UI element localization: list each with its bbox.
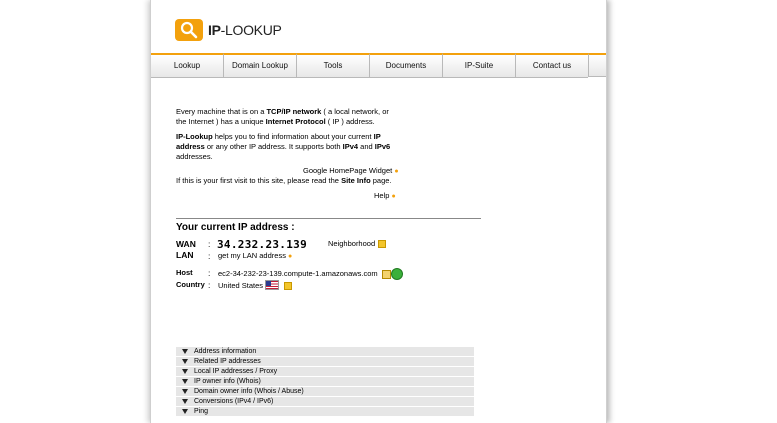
help-link[interactable]: Help ● <box>374 191 396 200</box>
accordion-ip-owner-whois[interactable]: IP owner info (Whois) <box>176 377 474 386</box>
main-nav: Lookup Domain Lookup Tools Documents IP-… <box>151 53 606 78</box>
lan-label: LAN <box>176 250 194 260</box>
accordion-conversions[interactable]: Conversions (IPv4 / IPv6) <box>176 397 474 406</box>
nav-tools[interactable]: Tools <box>296 53 369 78</box>
logo-text: IP-LOOKUP <box>208 22 282 38</box>
host-value: ec2-34-232-23-139.compute-1.amazonaws.co… <box>218 269 391 279</box>
triangle-down-icon <box>182 389 188 394</box>
triangle-down-icon <box>182 399 188 404</box>
google-widget-link[interactable]: Google HomePage Widget ● <box>303 166 399 175</box>
nav-contact-us[interactable]: Contact us <box>515 53 588 78</box>
triangle-down-icon <box>182 369 188 374</box>
site-logo[interactable]: IP-LOOKUP <box>175 19 282 41</box>
copy-icon[interactable] <box>381 269 391 279</box>
refresh-icon[interactable] <box>391 268 403 280</box>
arrow-bullet-icon: ● <box>394 168 399 175</box>
country-value: United States <box>218 281 264 290</box>
wan-value: 34.232.23.139 <box>217 238 307 251</box>
wan-label: WAN <box>176 239 196 249</box>
info-accordion: Address information Related IP addresses… <box>176 347 474 417</box>
site-info-link[interactable]: Site Info <box>341 176 371 185</box>
us-flag-icon <box>265 280 279 290</box>
colon: : <box>208 251 211 261</box>
nav-domain-lookup[interactable]: Domain Lookup <box>223 53 296 78</box>
first-visit-text: If this is your first visit to this site… <box>176 176 392 185</box>
page-container: IP-LOOKUP Lookup Domain Lookup Tools Doc… <box>150 0 607 423</box>
accordion-related-ip-addresses[interactable]: Related IP addresses <box>176 357 474 366</box>
nav-lookup[interactable]: Lookup <box>151 53 223 78</box>
neighborhood-link[interactable]: Neighborhood <box>328 239 387 249</box>
get-lan-address-link[interactable]: get my LAN address ● <box>218 251 292 260</box>
colon: : <box>208 280 211 290</box>
triangle-down-icon <box>182 349 188 354</box>
accordion-domain-owner-whois[interactable]: Domain owner info (Whois / Abuse) <box>176 387 474 396</box>
arrow-bullet-icon: ● <box>391 193 396 200</box>
divider <box>176 218 481 219</box>
country-label: Country <box>176 280 205 289</box>
triangle-down-icon <box>182 359 188 364</box>
arrow-bullet-icon: ● <box>288 253 293 260</box>
ip-section-title: Your current IP address : <box>176 222 295 233</box>
nav-ip-suite[interactable]: IP-Suite <box>442 53 515 78</box>
intro-paragraph-2: IP-Lookup helps you to find information … <box>176 132 391 161</box>
host-label: Host <box>176 268 193 277</box>
nav-filler <box>588 53 606 77</box>
external-link-icon <box>284 282 292 291</box>
accordion-local-ip-proxy[interactable]: Local IP addresses / Proxy <box>176 367 474 376</box>
triangle-down-icon <box>182 409 188 414</box>
nav-documents[interactable]: Documents <box>369 53 442 78</box>
colon: : <box>208 268 211 278</box>
colon: : <box>208 239 211 249</box>
accordion-address-information[interactable]: Address information <box>176 347 474 356</box>
intro-text: Every machine that is on a TCP/IP networ… <box>176 107 396 167</box>
magnifier-icon <box>175 19 203 41</box>
intro-paragraph-1: Every machine that is on a TCP/IP networ… <box>176 107 389 126</box>
accordion-ping[interactable]: Ping <box>176 407 474 416</box>
country-info-link[interactable] <box>281 281 292 291</box>
triangle-down-icon <box>182 379 188 384</box>
external-link-icon <box>378 240 387 249</box>
